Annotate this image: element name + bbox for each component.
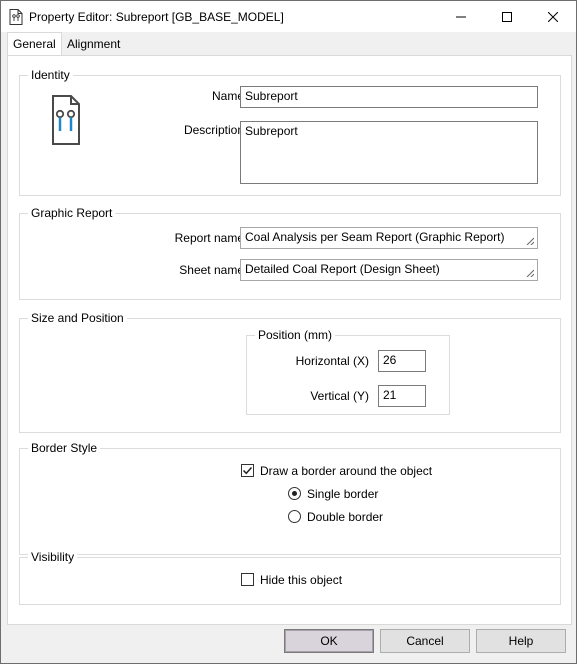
property-editor-window: Property Editor: Subreport [GB_BASE_MODE… bbox=[0, 0, 577, 664]
report-name-label: Report name bbox=[174, 231, 244, 245]
close-button[interactable] bbox=[530, 1, 576, 32]
maximize-icon bbox=[502, 11, 512, 22]
hide-object-checkbox[interactable] bbox=[241, 573, 254, 586]
help-button[interactable]: Help bbox=[476, 629, 566, 653]
minimize-button[interactable] bbox=[438, 1, 484, 32]
resize-grip-icon bbox=[526, 237, 534, 245]
report-name-value: Coal Analysis per Seam Report (Graphic R… bbox=[245, 230, 505, 244]
hide-object-label: Hide this object bbox=[260, 573, 343, 587]
tab-alignment[interactable]: Alignment bbox=[62, 34, 125, 56]
graphic-report-group: Graphic Report Report name Coal Analysis… bbox=[19, 206, 561, 300]
resize-grip-icon bbox=[526, 269, 534, 277]
border-style-group-title: Border Style bbox=[28, 441, 101, 455]
subreport-document-icon bbox=[52, 95, 80, 145]
vertical-label: Vertical (Y) bbox=[310, 389, 369, 403]
subreport-icon bbox=[33, 89, 97, 152]
description-label: Description bbox=[183, 123, 244, 137]
tab-panel-general: Identity Name Subreport Description Subr… bbox=[7, 55, 572, 625]
visibility-group-title: Visibility bbox=[28, 550, 78, 564]
description-field[interactable]: Subreport bbox=[240, 121, 538, 184]
double-border-label: Double border bbox=[307, 510, 384, 524]
cancel-button[interactable]: Cancel bbox=[380, 629, 470, 653]
close-icon bbox=[548, 11, 558, 22]
ok-button[interactable]: OK bbox=[284, 629, 374, 653]
double-border-radio[interactable] bbox=[288, 510, 301, 523]
minimize-icon bbox=[456, 16, 466, 17]
maximize-button[interactable] bbox=[484, 1, 530, 32]
single-border-radio[interactable] bbox=[288, 487, 301, 500]
vertical-field[interactable]: 21 bbox=[378, 385, 426, 407]
checkmark-icon bbox=[242, 466, 253, 475]
report-name-combo[interactable]: Coal Analysis per Seam Report (Graphic R… bbox=[240, 227, 538, 249]
size-position-group: Size and Position Position (mm) Horizont… bbox=[19, 311, 561, 433]
window-title: Property Editor: Subreport [GB_BASE_MODE… bbox=[29, 10, 284, 24]
title-bar[interactable]: Property Editor: Subreport [GB_BASE_MODE… bbox=[1, 1, 576, 32]
identity-group-title: Identity bbox=[28, 68, 73, 82]
visibility-group: Visibility Hide this object bbox=[19, 550, 561, 605]
document-icon bbox=[9, 9, 23, 25]
tab-general[interactable]: General bbox=[7, 32, 62, 56]
sheet-name-label: Sheet name bbox=[179, 263, 244, 277]
graphic-report-group-title: Graphic Report bbox=[28, 206, 116, 220]
name-field[interactable]: Subreport bbox=[240, 86, 538, 108]
sheet-name-value: Detailed Coal Report (Design Sheet) bbox=[245, 262, 440, 276]
size-position-group-title: Size and Position bbox=[28, 311, 127, 325]
tab-strip: General Alignment bbox=[1, 32, 576, 56]
identity-group: Identity Name Subreport Description Subr… bbox=[19, 68, 561, 196]
horizontal-field[interactable]: 26 bbox=[378, 350, 426, 372]
position-subgroup-title: Position (mm) bbox=[255, 328, 336, 342]
single-border-label: Single border bbox=[307, 487, 379, 501]
horizontal-label: Horizontal (X) bbox=[295, 354, 369, 368]
sheet-name-combo[interactable]: Detailed Coal Report (Design Sheet) bbox=[240, 259, 538, 281]
draw-border-checkbox[interactable] bbox=[241, 464, 254, 477]
border-style-group: Border Style Draw a border around the ob… bbox=[19, 441, 561, 555]
position-subgroup: Position (mm) Horizontal (X) 26 Vertical… bbox=[246, 328, 450, 415]
draw-border-label: Draw a border around the object bbox=[260, 464, 433, 478]
